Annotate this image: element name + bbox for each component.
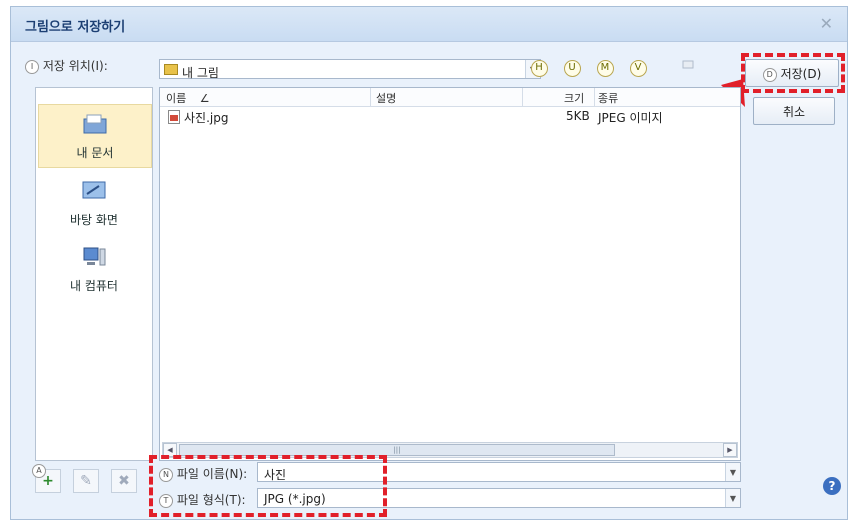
new-folder-icon: M [596,60,614,77]
location-combo[interactable]: 내 그림 ▼ [159,59,541,80]
place-label: 내 컴퓨터 [70,279,118,293]
add-shortcut-badge: A [32,464,46,478]
new-folder-button[interactable]: M [594,57,616,77]
print-button[interactable] [677,57,699,77]
delete-icon: ✖ [118,473,130,489]
column-name[interactable]: 이름 ∠ [166,90,210,106]
file-list[interactable]: 이름 ∠ 설명 크기 종류 사진.jpg 5KB JPEG 이미지 ◀ ||| … [159,87,741,461]
file-size: 5KB [566,109,590,123]
up-folder-icon: U [563,60,581,77]
place-label: 내 문서 [76,146,114,160]
remove-place-button[interactable]: ✖ [111,469,137,493]
file-list-header: 이름 ∠ 설명 크기 종류 [160,88,740,107]
filename-type-highlight-box [149,455,387,517]
places-bar: 내 문서 바탕 화면 내 컴퓨터 [35,87,153,461]
column-divider[interactable] [370,88,371,106]
place-label: 바탕 화면 [70,213,118,227]
my-computer-icon [83,247,106,266]
chevron-down-icon[interactable]: ▼ [725,463,740,481]
help-icon[interactable]: ? [823,477,841,495]
sort-icon: ∠ [199,92,210,105]
back-icon: H [530,60,548,77]
desktop-icon [82,181,106,199]
dialog-title: 그림으로 저장하기 [25,20,126,35]
save-as-dialog: 그림으로 저장하기 ✕ I 저장 위치(I): 내 그림 ▼ H U M V D… [10,6,848,520]
add-place-button[interactable]: A + [32,464,61,493]
file-name: 사진.jpg [184,111,229,125]
place-my-computer[interactable]: 내 컴퓨터 [38,238,150,300]
up-folder-button[interactable]: U [561,57,583,77]
print-icon [682,60,694,69]
column-name-label: 이름 [166,92,187,105]
column-description[interactable]: 설명 [376,90,396,106]
chevron-down-icon[interactable]: ▼ [725,489,740,507]
save-highlight-box [741,53,845,93]
location-shortcut-badge: I [25,59,39,74]
pencil-icon: ✎ [80,473,92,489]
view-menu-icon: V [629,60,647,77]
my-documents-icon [83,114,107,134]
place-my-documents[interactable]: 내 문서 [38,104,152,168]
location-label-text: 저장 위치(I): [42,59,108,73]
location-value: 내 그림 [182,66,219,80]
close-icon[interactable]: ✕ [820,14,833,33]
column-size[interactable]: 크기 [564,90,584,106]
column-divider[interactable] [522,88,523,106]
edit-place-button[interactable]: ✎ [73,469,99,493]
back-button[interactable]: H [528,57,550,77]
column-type[interactable]: 종류 [598,90,618,106]
title-bar: 그림으로 저장하기 ✕ [11,7,847,42]
file-row[interactable]: 사진.jpg 5KB JPEG 이미지 [160,108,740,126]
jpeg-file-icon [168,110,180,124]
folder-icon [164,64,178,75]
view-menu-button[interactable]: V [627,57,649,77]
location-label: I 저장 위치(I): [25,57,108,74]
cancel-button[interactable]: 취소 [753,97,835,125]
column-divider[interactable] [594,88,595,106]
scroll-right-icon[interactable]: ▶ [723,443,737,457]
file-type: JPEG 이미지 [598,111,663,125]
place-desktop[interactable]: 바탕 화면 [38,172,150,234]
